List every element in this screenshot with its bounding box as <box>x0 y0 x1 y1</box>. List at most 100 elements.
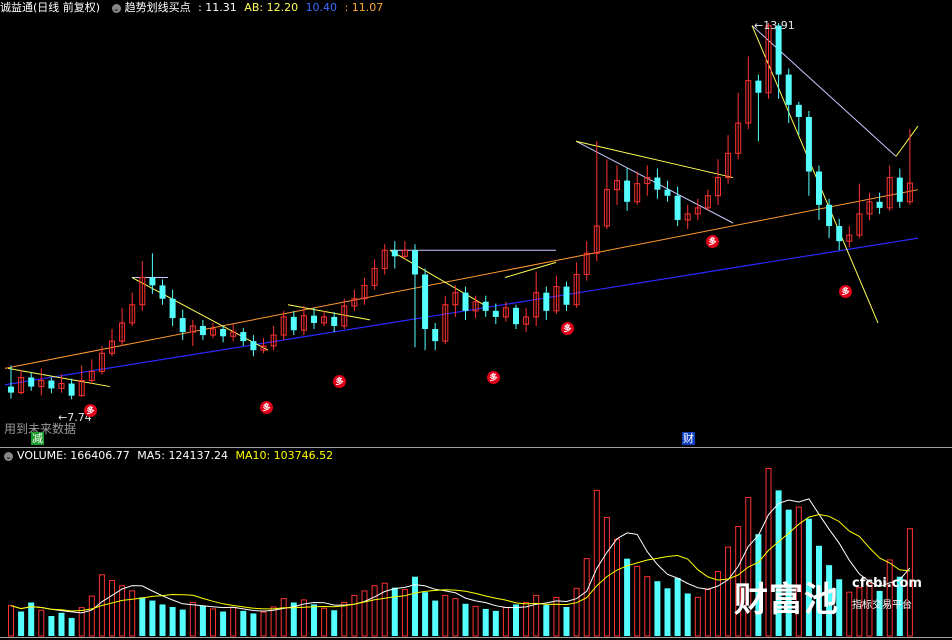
high-arrow-icon: ← <box>754 19 764 32</box>
candle-body-down <box>250 341 257 351</box>
volume-bar-up <box>280 598 287 637</box>
watermark-brand: 财富池 <box>734 580 839 620</box>
volume-bar-up <box>614 538 620 637</box>
buy-signal-badge[interactable]: 多 <box>839 285 852 298</box>
candle-body-down <box>826 204 833 227</box>
volume-bar-down <box>422 592 429 636</box>
volume-bar-down <box>179 609 186 636</box>
volume-bar-up <box>38 609 45 637</box>
volume-bar-up <box>553 596 560 637</box>
volume-bar-down <box>462 603 469 636</box>
volume-bar-down <box>311 604 317 636</box>
candle-body-down <box>290 316 297 331</box>
candle-body-down <box>48 380 55 389</box>
candle-body-down <box>624 180 631 202</box>
volume-bar-down <box>563 607 570 636</box>
candle-body-down <box>412 250 418 275</box>
candle-body-down <box>149 277 156 286</box>
volume-bar-up <box>634 565 641 637</box>
volume-bar-up <box>210 608 216 637</box>
volume-bar-up <box>452 598 459 637</box>
volume-bar-up <box>341 601 348 637</box>
candle-body-down <box>199 325 206 336</box>
candle-body-down <box>785 74 792 105</box>
candle-body-down <box>563 286 570 305</box>
candle-body-down <box>331 316 338 326</box>
candle-body-down <box>169 298 176 319</box>
volume-bar-up <box>260 611 267 637</box>
candle-body-down <box>28 377 35 387</box>
candle-body-down <box>179 318 186 333</box>
volume-bar-up <box>361 590 368 637</box>
buy-signal-badge[interactable]: 多 <box>333 375 346 388</box>
zigzag-line <box>504 261 557 279</box>
volume-bar-down <box>684 593 691 636</box>
volume-bar-up <box>8 605 14 637</box>
zigzag-line <box>575 140 734 179</box>
candle-body-down <box>8 386 14 393</box>
trend-line-blue <box>4 237 919 386</box>
volume-bar-down <box>543 605 550 636</box>
volume-bar-up <box>644 576 651 637</box>
volume-bar-down <box>58 612 65 636</box>
candle-body-down <box>391 250 398 257</box>
buy-signal-badge[interactable]: 多 <box>84 404 97 417</box>
candle-body-down <box>755 80 762 93</box>
resistance-line <box>751 25 897 157</box>
volume-bar-up <box>119 585 126 637</box>
volume-bar-up <box>88 595 95 637</box>
volume-bar-up <box>715 571 721 637</box>
candle-body-down <box>68 383 75 396</box>
reduce-marker[interactable]: 减 <box>31 432 44 445</box>
candle-body-down <box>311 315 317 323</box>
candle-body-down <box>159 285 166 299</box>
candle-body-down <box>816 171 822 205</box>
candle-body-down <box>422 274 429 330</box>
volume-bar-up <box>109 580 115 637</box>
candle-body-down <box>432 329 439 342</box>
candle-body-down <box>482 301 489 311</box>
volume-bar-down <box>199 605 206 636</box>
volume-bar-up <box>401 589 408 637</box>
volume-bar-up <box>694 596 701 637</box>
volume-bar-down <box>250 613 257 636</box>
buy-signal-badge[interactable]: 多 <box>487 371 500 384</box>
volume-bar-up <box>270 606 277 637</box>
finance-marker[interactable]: 财 <box>682 432 695 445</box>
site-watermark: 财富池 cfcbi.com 指标交易平台 <box>734 572 934 620</box>
volume-bar-down <box>513 604 519 636</box>
candle-body-down <box>240 332 247 342</box>
candle-body-down <box>513 307 519 325</box>
buy-signal-badge[interactable]: 多 <box>706 235 719 248</box>
volume-bar-up <box>189 601 196 637</box>
candle-body-down <box>654 177 661 190</box>
candle-body-down <box>462 292 469 311</box>
volume-bar-down <box>664 588 671 636</box>
volume-bar-down <box>159 604 166 636</box>
volume-bar-up <box>321 607 328 637</box>
volume-bar-down <box>492 610 499 636</box>
volume-bar-down <box>18 611 25 636</box>
volume-bar-up <box>351 594 358 637</box>
volume-bar-down <box>240 610 247 636</box>
buy-signal-badge[interactable]: 多 <box>561 322 574 335</box>
volume-bar-down <box>674 578 681 636</box>
candle-body-down <box>876 201 883 208</box>
candle-body-down <box>795 104 802 117</box>
zigzag-line <box>895 125 919 157</box>
volume-bar-up <box>725 546 732 637</box>
volume-bar-up <box>371 585 378 637</box>
candle-body-down <box>664 189 671 196</box>
buy-signal-badge[interactable]: 多 <box>260 401 273 414</box>
candle-body-down <box>775 25 782 75</box>
volume-bar-up <box>502 607 509 637</box>
volume-bar-up <box>129 590 136 637</box>
kline-chart[interactable] <box>0 0 952 640</box>
volume-bar-down <box>482 608 489 636</box>
volume-bar-down <box>68 617 75 636</box>
volume-bar-up <box>300 599 307 637</box>
candle-body-down <box>896 177 903 202</box>
volume-bar-up <box>230 607 237 637</box>
candle-body-down <box>674 195 681 220</box>
volume-bar-down <box>169 607 176 636</box>
